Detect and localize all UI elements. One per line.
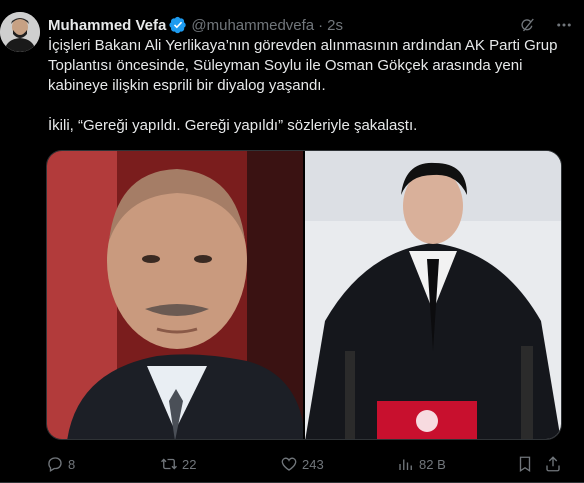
separator-dot: · — [318, 16, 324, 34]
repost-icon — [161, 458, 177, 470]
repost-button[interactable]: 22 — [160, 455, 196, 473]
share-button[interactable] — [544, 455, 562, 473]
tweet-paragraph: İçişleri Bakanı Ali Yerlikaya’nın görevd… — [48, 37, 558, 94]
photo-left[interactable] — [47, 151, 303, 439]
reply-count: 8 — [68, 456, 76, 472]
share-icon — [546, 456, 560, 472]
author-name[interactable]: Muhammed Vefa — [48, 17, 166, 34]
grok-icon[interactable] — [518, 15, 538, 35]
tweet-text: İçişleri Bakanı Ali Yerlikaya’nın görevd… — [48, 36, 568, 156]
reply-button[interactable]: 8 — [46, 455, 75, 473]
bookmark-button[interactable] — [516, 455, 534, 473]
views-count: 82 B — [419, 456, 446, 472]
heart-icon — [281, 457, 297, 471]
photo-right[interactable] — [305, 151, 561, 439]
avatar[interactable] — [0, 12, 40, 52]
like-count: 243 — [302, 456, 324, 472]
header-actions — [518, 15, 574, 35]
tweet-header: Muhammed Vefa @muhammedvefa · 2s — [48, 14, 574, 36]
views-button[interactable]: 82 B — [397, 455, 446, 473]
tweet: Muhammed Vefa @muhammedvefa · 2s İçişler… — [0, 0, 584, 483]
reply-icon — [48, 457, 62, 472]
bookmark-icon — [519, 456, 531, 473]
timestamp[interactable]: 2s — [327, 17, 343, 34]
tweet-paragraph: İkili, “Gereği yapıldı. Gereği yapıldı” … — [48, 117, 418, 134]
repost-count: 22 — [182, 456, 197, 472]
more-icon[interactable] — [554, 15, 574, 35]
like-button[interactable]: 243 — [280, 455, 324, 473]
verified-badge-icon — [169, 16, 187, 34]
media-grid — [46, 150, 562, 440]
author-handle[interactable]: @muhammedvefa — [191, 17, 314, 34]
views-icon — [399, 459, 412, 470]
tweet-actions: 8 22 243 82 B — [40, 450, 568, 478]
